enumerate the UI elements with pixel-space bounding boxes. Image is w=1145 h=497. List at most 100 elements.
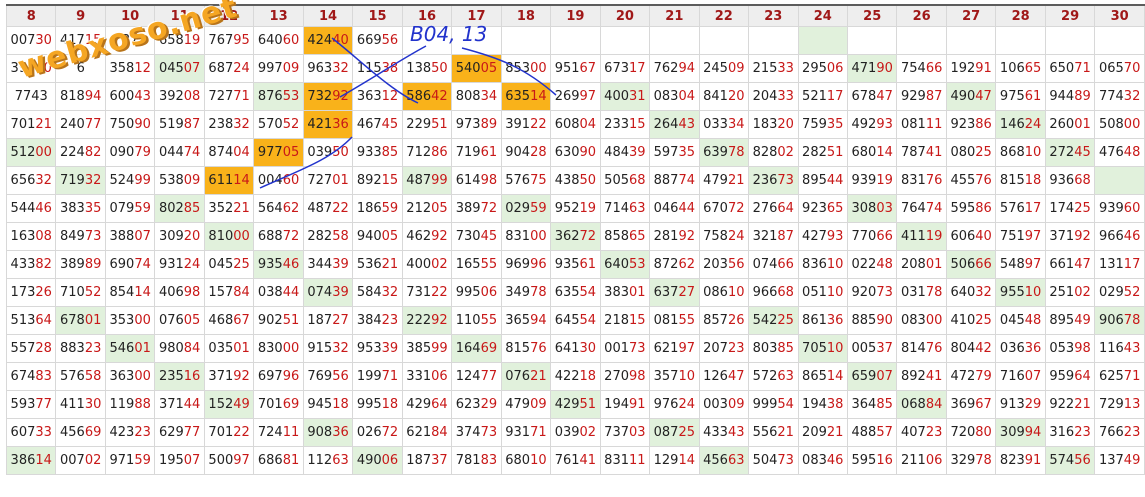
result-cell: 54601 [104, 334, 156, 363]
result-cell: 36967 [945, 390, 997, 419]
result-cell: 97159 [104, 446, 156, 475]
result-cell: 40723 [896, 418, 947, 447]
result-cell: 95964 [1044, 362, 1096, 391]
result-cell: 37473 [451, 418, 502, 447]
result-cell [1094, 166, 1145, 195]
result-cell: 59516 [846, 446, 898, 475]
result-cell: 42136 [302, 110, 354, 139]
result-cell [1044, 26, 1096, 55]
result-cell: 21815 [599, 306, 651, 335]
result-cell: 23832 [203, 110, 255, 139]
result-cell: 57263 [748, 362, 799, 391]
result-cell: 13117 [1094, 250, 1145, 279]
result-cell: 62184 [401, 418, 453, 447]
result-cell: 08725 [649, 418, 700, 447]
column-header: 14 [302, 4, 354, 27]
result-cell: 89241 [896, 362, 947, 391]
result-cell: 86810 [995, 138, 1046, 167]
result-cell: 49047 [945, 82, 997, 111]
result-cell: 86514 [797, 362, 848, 391]
result-cell: 42440 [302, 26, 354, 55]
result-cell: 19507 [154, 446, 205, 475]
result-cell: 81894 [55, 82, 106, 111]
result-cell: 22951 [401, 110, 453, 139]
table-row: 59377 41130 11988 37144 15249 70169 94518 99518… [5, 390, 1145, 419]
result-cell: 31623 [1044, 418, 1096, 447]
result-cell: 15784 [203, 278, 255, 307]
result-cell: 07605 [154, 306, 205, 335]
result-cell: 46745 [352, 110, 403, 139]
result-cell: 57658 [55, 362, 106, 391]
result-cell: 92365 [797, 194, 848, 223]
result-cell: 29506 [797, 54, 848, 83]
result-cell: 42964 [401, 390, 453, 419]
result-cell: 38301 [599, 278, 651, 307]
result-cell: 81576 [500, 334, 552, 363]
result-cell: 60043 [104, 82, 156, 111]
result-cell: 40698 [154, 278, 205, 307]
column-header: 23 [748, 4, 799, 27]
result-cell [698, 26, 750, 55]
result-cell: 7743 [5, 82, 57, 111]
result-cell: 76474 [896, 194, 947, 223]
result-cell: 89215 [352, 166, 403, 195]
result-cell: 88590 [846, 306, 898, 335]
result-cell: 23516 [154, 362, 205, 391]
result-cell: 62329 [451, 390, 502, 419]
result-cell: 81000 [203, 222, 255, 251]
result-cell: 77432 [1094, 82, 1145, 111]
result-cell: 99506 [451, 278, 502, 307]
result-cell: 93124 [154, 250, 205, 279]
result-cell: 20723 [698, 334, 750, 363]
result-cell: 90428 [500, 138, 552, 167]
result-cell: 16469 [451, 334, 502, 363]
result-cell: 24077 [55, 110, 106, 139]
result-cell: 83610 [797, 250, 848, 279]
table-row: 51200 22482 09079 04474 87404 97705 03950 93385… [5, 138, 1145, 167]
result-cell: 90678 [1094, 306, 1145, 335]
result-cell: 02959 [500, 194, 552, 223]
result-cell: 30994 [995, 418, 1046, 447]
result-cell [896, 26, 947, 55]
result-cell: 43850 [550, 166, 601, 195]
result-cell: 27245 [1044, 138, 1096, 167]
result-cell: 36485 [846, 390, 898, 419]
result-cell: 45576 [945, 166, 997, 195]
grid-body: 00730 41715 37 65819 76795 64060 42440 66956 390… [5, 26, 1145, 475]
result-cell: 55728 [5, 334, 57, 363]
result-cell: 93561 [550, 250, 601, 279]
result-cell: 70510 [797, 334, 848, 363]
result-cell: 43382 [5, 250, 57, 279]
result-cell: 51987 [154, 110, 205, 139]
result-cell: 60804 [550, 110, 601, 139]
result-cell: 93668 [1044, 166, 1096, 195]
result-cell [550, 26, 601, 55]
result-cell: 02952 [1094, 278, 1145, 307]
result-cell: 66147 [1044, 250, 1096, 279]
table-row: 54446 38335 07959 80285 35221 56462 48722 18659… [5, 194, 1145, 223]
result-cell: 56462 [253, 194, 304, 223]
result-cell: 39208 [154, 82, 205, 111]
result-cell: 67801 [55, 306, 106, 335]
result-cell: 43343 [698, 418, 750, 447]
result-cell: 45663 [698, 446, 750, 475]
result-cell: 04474 [154, 138, 205, 167]
result-cell: 95167 [550, 54, 601, 83]
column-header: 25 [846, 4, 898, 27]
result-cell: 18727 [302, 306, 354, 335]
table-row: 7743 81894 60043 39208 72771 87653 73292 36312 5… [5, 82, 1145, 111]
result-cell: 76294 [649, 54, 700, 83]
result-cell: 47648 [1094, 138, 1145, 167]
result-cell: 37144 [154, 390, 205, 419]
result-cell: 41130 [55, 390, 106, 419]
result-cell: 51364 [5, 306, 57, 335]
result-cell: 72913 [1094, 390, 1145, 419]
result-cell: 18659 [352, 194, 403, 223]
result-cell: 57617 [995, 194, 1046, 223]
result-cell: 63978 [698, 138, 750, 167]
result-cell: 40031 [599, 82, 651, 111]
result-cell: 38599 [401, 334, 453, 363]
column-header: 21 [649, 4, 700, 27]
result-cell: 59586 [945, 194, 997, 223]
column-header: 28 [995, 4, 1046, 27]
